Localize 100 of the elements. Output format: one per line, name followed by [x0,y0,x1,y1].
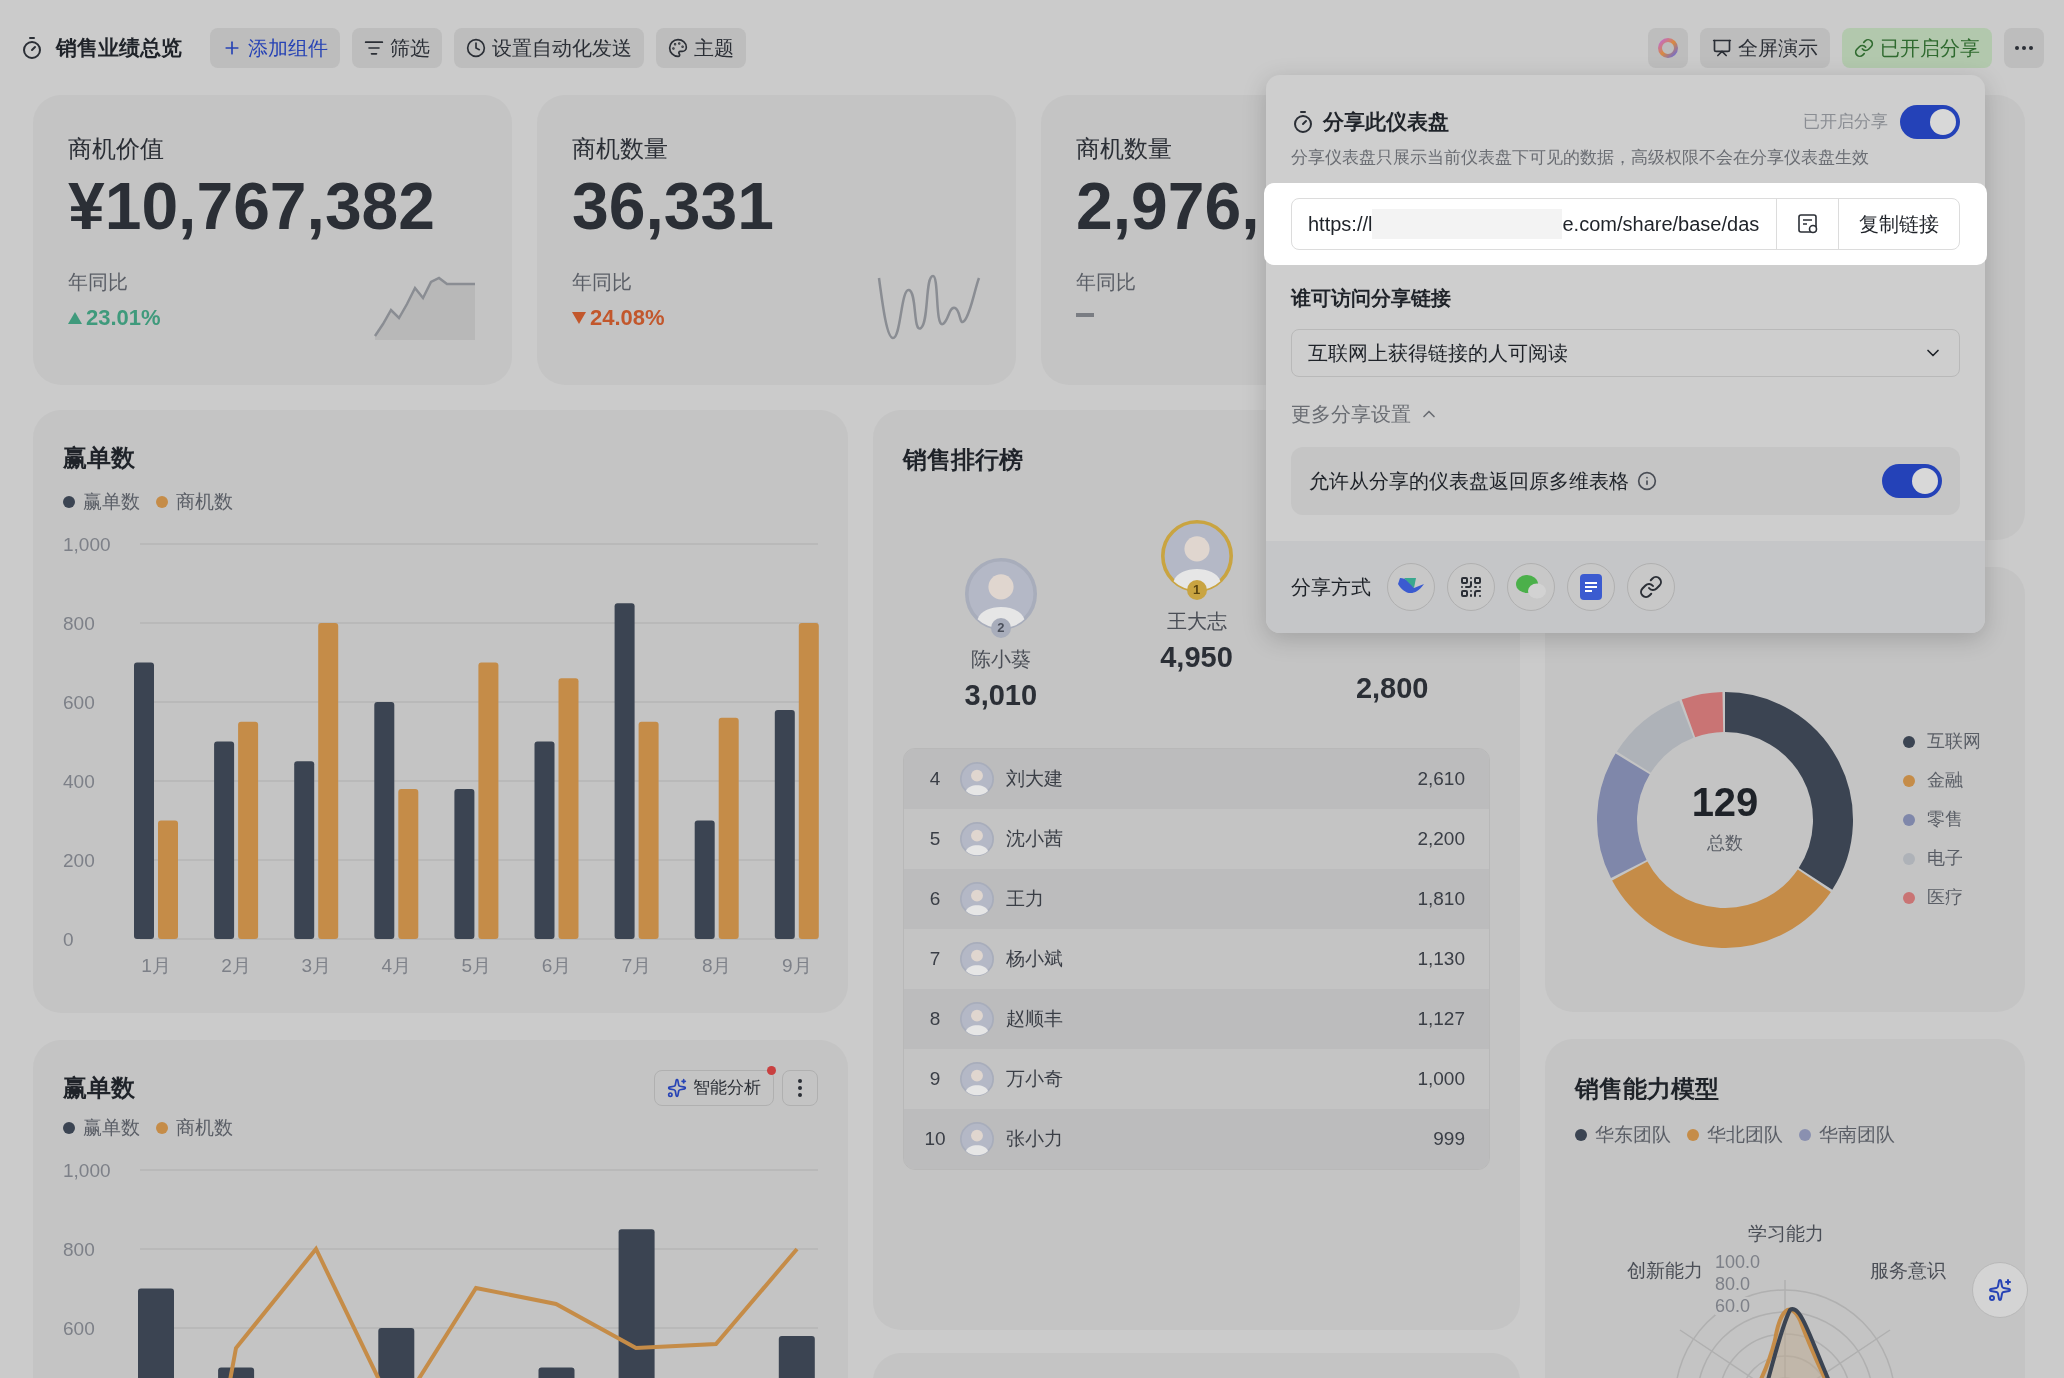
popover-title: 分享此仪表盘 [1323,109,1449,136]
axis-category-label: 9月 [782,954,812,976]
rank-number: 5 [928,826,942,851]
compare-label: 年同比 [572,270,633,295]
rank-number: 10 [923,1126,947,1151]
setting-label: 允许从分享的仪表盘返回原多维表格 [1309,468,1629,494]
total-label: 总数 [1707,832,1743,855]
axis-category-label: 3月 [301,954,331,976]
share-method-button[interactable] [1627,562,1675,611]
card-title: 赢单数 [62,443,136,473]
person-name: 张小力 [1006,1126,1064,1151]
score: 2,610 [1417,766,1466,791]
bar [378,1327,415,1378]
clock-icon [1291,110,1315,134]
legend-label: 赢单数 [83,490,140,514]
sparkle-icon [667,1078,687,1098]
rank-number: 8 [928,1006,942,1031]
change-value: 24.08% [572,301,665,334]
axis-category-label: 5月 [461,954,492,976]
person-name: 沈小茜 [1006,826,1064,851]
down-triangle-icon [572,311,586,324]
more-button[interactable] [782,1070,818,1106]
more-button[interactable] [2004,27,2044,68]
rank-number: 9 [928,1066,942,1091]
legend-label: 赢单数 [83,1116,140,1140]
person-name: 赵顺丰 [1006,1006,1064,1031]
color-ring-button[interactable] [1648,27,1688,68]
bar [218,1367,255,1378]
axis-tick-label: 600 [63,1317,95,1339]
avatar [960,1062,994,1096]
axis-tick-label: 1,000 [63,1159,111,1181]
chat-bubbles-icon [1515,572,1547,601]
ring-icon [1656,35,1680,60]
kpi-value: ¥10,767,382 [68,173,436,239]
clock-icon [20,35,44,60]
toolbar-button[interactable]: 主题 [656,27,746,68]
axis-category-label: 7月 [621,954,652,976]
card-title: 销售排行榜 [903,445,1024,475]
rank-number: 4 [928,766,942,791]
presentation-icon [1712,37,1732,58]
score: 4,950 [1160,640,1233,675]
dashboard-title: 销售业绩总览 [56,34,182,61]
access-dropdown[interactable]: 互联网上获得链接的人可阅读 [1291,328,1960,377]
change-value: 23.01% [68,301,161,334]
axis-tick-label: 60.0 [1715,1296,1751,1315]
score: 3,010 [964,678,1038,713]
present-button[interactable]: 全屏演示 [1700,27,1830,68]
toolbar-button[interactable]: 添加组件 [210,27,340,68]
share-methods-label: 分享方式 [1291,574,1371,600]
legend-label: 互联网 [1927,730,1981,753]
share-toggle[interactable] [1900,105,1960,139]
avatar [960,942,994,976]
axis-category-label: 8月 [701,954,732,976]
avatar [960,822,994,856]
axis-label: 服务意识 [1870,1258,1946,1283]
legend-label: 华北团队 [1707,1123,1783,1147]
allow-return-toggle[interactable] [1882,463,1942,498]
toolbar-button[interactable]: 筛选 [352,27,442,68]
compare-label: 年同比 [68,270,129,295]
legend-label: 商机数 [176,490,233,514]
no-change-dash [1076,313,1094,317]
more-icon [2015,45,2033,50]
score: 1,127 [1417,1006,1466,1031]
score: 1,000 [1417,1066,1466,1091]
legend-label: 华东团队 [1595,1123,1671,1147]
axis-tick-label: 400 [63,770,95,792]
kpi-title: 商机数量 [572,137,668,161]
compare-label: 年同比 [1076,270,1136,295]
kpi-value: 36,331 [572,173,774,239]
legend-label: 商机数 [176,1116,233,1140]
axis-tick-label: 800 [63,1238,95,1260]
more-icon [798,1079,802,1097]
toolbar-button[interactable]: 设置自动化发送 [454,27,644,68]
axis-tick-label: 800 [63,612,95,634]
legend-label: 金融 [1927,769,1963,792]
share-description: 分享仪表盘只展示当前仪表盘下可见的数据，高级权限不会在分享仪表盘生效 [1290,147,1870,169]
legend-label: 零售 [1927,808,1963,831]
link-icon [1854,37,1874,58]
legend-label: 华南团队 [1819,1123,1895,1147]
share-status-button[interactable]: 已开启分享 [1842,27,1992,68]
kpi-title: 商机数量 [1076,137,1172,161]
person-name: 杨小斌 [1006,946,1064,971]
share-method-button[interactable] [1567,562,1615,611]
share-method-button[interactable] [1447,562,1495,611]
axis-tick-label: 1,000 [63,533,111,555]
sparkle-icon [1988,1278,2012,1302]
card-title: 销售能力模型 [1575,1074,1720,1104]
axis-tick-label: 0 [63,928,74,950]
person-name: 万小奇 [1006,1066,1064,1091]
axis-tick-label: 600 [63,691,95,713]
section-heading: 谁可访问分享链接 [1289,285,1452,311]
share-method-button[interactable] [1387,562,1435,611]
score: 999 [1433,1126,1466,1151]
share-status-label: 已开启分享 [1803,111,1888,134]
score: 1,810 [1417,886,1466,911]
kpi-title: 商机价值 [68,137,164,161]
axis-tick-label: 100.0 [1715,1252,1761,1271]
palette-icon [668,37,688,58]
score: 2,200 [1417,826,1466,851]
axis-category-label: 2月 [221,954,251,976]
